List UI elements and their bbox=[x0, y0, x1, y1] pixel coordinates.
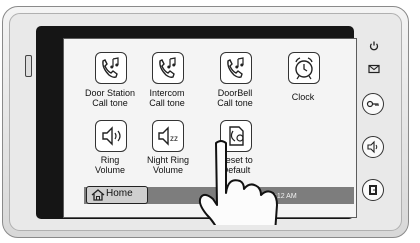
door-unlock-button[interactable] bbox=[362, 179, 384, 201]
clock-label: Clock bbox=[291, 92, 315, 102]
clock-button[interactable] bbox=[288, 52, 320, 84]
home-label: Home bbox=[106, 188, 133, 199]
intercom-call-tone-button[interactable] bbox=[152, 52, 184, 84]
house-icon bbox=[91, 189, 105, 201]
night-ring-volume-label: Night Ring Volume bbox=[146, 155, 190, 175]
speaker-button[interactable] bbox=[362, 136, 384, 158]
phone-music-icon bbox=[159, 57, 176, 78]
door-station-call-tone-button[interactable] bbox=[95, 52, 127, 84]
envelope-icon[interactable] bbox=[368, 64, 380, 74]
ring-volume-label: Ring Volume bbox=[94, 155, 126, 175]
power-icon[interactable] bbox=[368, 40, 380, 52]
night-ring-volume-button[interactable]: zz bbox=[152, 120, 184, 152]
pointing-hand-icon bbox=[198, 140, 278, 225]
doorbell-call-tone-label: DoorBell Call tone bbox=[217, 88, 253, 108]
svg-text:zz: zz bbox=[170, 134, 178, 143]
speaker-icon bbox=[367, 140, 378, 154]
key-icon bbox=[366, 100, 379, 108]
ring-volume-button[interactable] bbox=[95, 120, 127, 152]
intercom-call-tone-label: Intercom Call tone bbox=[149, 88, 185, 108]
speaker-sleep-icon: zz bbox=[158, 126, 178, 146]
alarm-clock-icon bbox=[295, 57, 313, 80]
speaker-volume-icon bbox=[102, 126, 121, 146]
doorbell-call-tone-button[interactable] bbox=[220, 52, 252, 84]
door-station-call-tone-label: Door Station Call tone bbox=[84, 88, 136, 108]
phone-music-icon bbox=[227, 57, 244, 78]
key-button[interactable] bbox=[362, 93, 384, 115]
phone-music-icon bbox=[102, 57, 119, 78]
door-unlock-icon bbox=[369, 185, 377, 195]
side-slot bbox=[25, 55, 32, 77]
